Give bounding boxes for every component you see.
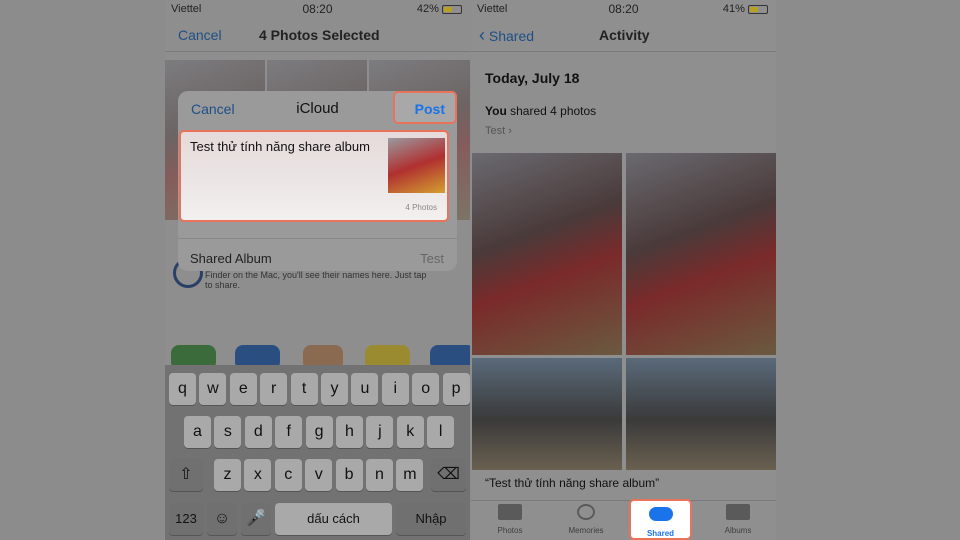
nav-bar: Cancel 4 Photos Selected (165, 22, 470, 50)
page-title: 4 Photos Selected (259, 27, 380, 43)
photo-preview (388, 138, 445, 193)
key-h[interactable]: h (336, 416, 363, 448)
activity-text: You shared 4 photos (485, 104, 596, 118)
tab-label: Albums (724, 526, 752, 535)
battery-percent: 42% (416, 3, 439, 15)
chevron-right-icon: › (508, 125, 512, 137)
airdrop-hint: Finder on the Mac, you'll see their name… (205, 270, 427, 290)
activity-screen: Viettel 08:20 41% ‹ Shared Activity Toda… (471, 0, 776, 540)
key-j[interactable]: j (366, 416, 394, 448)
key-w[interactable]: w (199, 373, 227, 405)
battery-icon (442, 4, 462, 14)
key-d[interactable]: d (244, 416, 272, 448)
keyboard: q w e r t y u i o p a s d f g h j k l ⇧ z x c v b n m ⌫ 123 ☺ 🎤 dấu các… (165, 365, 470, 540)
key-x[interactable]: x (244, 459, 272, 491)
key-v[interactable]: v (305, 459, 333, 491)
shift-key[interactable]: ⇧ (169, 459, 203, 491)
page-title: Activity (599, 27, 650, 43)
photos-icon (498, 504, 522, 520)
battery-icon (748, 4, 768, 14)
shared-album-label: Shared Album (190, 251, 272, 266)
share-screen: Viettel 08:20 42% Cancel 4 Photos Select… (165, 0, 470, 540)
tab-memories[interactable]: Memories (551, 504, 621, 535)
tab-label: Shared (646, 529, 675, 538)
cancel-button[interactable]: Cancel (178, 27, 222, 43)
key-l[interactable]: l (427, 416, 455, 448)
key-g[interactable]: g (305, 416, 333, 448)
backspace-key[interactable]: ⌫ (431, 459, 466, 491)
you-label: You (485, 104, 507, 118)
tab-photos[interactable]: Photos (475, 504, 545, 535)
key-u[interactable]: u (351, 373, 379, 405)
key-q[interactable]: q (169, 373, 196, 405)
shared-album-value[interactable]: Test (420, 251, 444, 266)
key-s[interactable]: s (214, 416, 242, 448)
key-z[interactable]: z (214, 459, 241, 491)
date-heading: Today, July 18 (485, 70, 580, 86)
key-e[interactable]: e (229, 373, 257, 405)
status-bar: Viettel 08:20 41% (471, 0, 776, 18)
album-link[interactable]: Test › (485, 125, 512, 137)
icloud-share-sheet: Cancel iCloud Post Test thử tính năng sh… (178, 91, 457, 271)
chevron-left-icon: ‹ (479, 25, 485, 45)
key-y[interactable]: y (321, 373, 348, 405)
emoji-key[interactable]: ☺ (207, 503, 237, 535)
shared-photo[interactable] (472, 153, 622, 355)
key-r[interactable]: r (260, 373, 288, 405)
back-label: Shared (488, 28, 535, 44)
albums-icon (726, 504, 750, 520)
post-label: Post (414, 101, 445, 117)
shared-photo[interactable] (626, 358, 776, 470)
key-c[interactable]: c (274, 459, 302, 491)
tab-label: Memories (568, 526, 604, 535)
tab-albums[interactable]: Albums (703, 504, 773, 535)
key-k[interactable]: k (396, 416, 424, 448)
status-bar: Viettel 08:20 42% (165, 0, 470, 18)
battery-percent: 41% (722, 3, 745, 15)
numbers-key[interactable]: 123 (169, 503, 203, 535)
caption: “Test thử tính năng share album” (485, 476, 660, 490)
key-m[interactable]: m (396, 459, 424, 491)
key-t[interactable]: t (290, 373, 318, 405)
shared-photo[interactable] (472, 358, 622, 470)
album-name: Test (485, 125, 506, 137)
nav-bar: ‹ Shared Activity (471, 22, 776, 50)
key-o[interactable]: o (412, 373, 440, 405)
shared-photo[interactable] (626, 153, 776, 355)
return-key[interactable]: Nhập (396, 503, 466, 535)
back-button[interactable]: ‹ Shared (479, 25, 534, 46)
shared-text: shared 4 photos (506, 104, 597, 118)
key-n[interactable]: n (366, 459, 393, 491)
key-a[interactable]: a (184, 416, 211, 448)
microphone-key[interactable]: 🎤 (241, 503, 271, 535)
tab-shared[interactable]: Shared (629, 499, 692, 540)
message-text: Test thử tính năng share album (190, 139, 370, 154)
memories-icon (577, 504, 595, 520)
cloud-icon (648, 507, 673, 521)
post-button[interactable]: Post (393, 91, 457, 124)
key-i[interactable]: i (381, 373, 409, 405)
key-b[interactable]: b (335, 459, 363, 491)
tab-label: Photos (497, 526, 523, 535)
message-field[interactable]: Test thử tính năng share album 4 Photos (179, 130, 449, 222)
key-f[interactable]: f (275, 416, 303, 448)
key-p[interactable]: p (442, 373, 470, 405)
photo-count: 4 Photos (405, 203, 437, 212)
space-key[interactable]: dấu cách (275, 503, 392, 535)
